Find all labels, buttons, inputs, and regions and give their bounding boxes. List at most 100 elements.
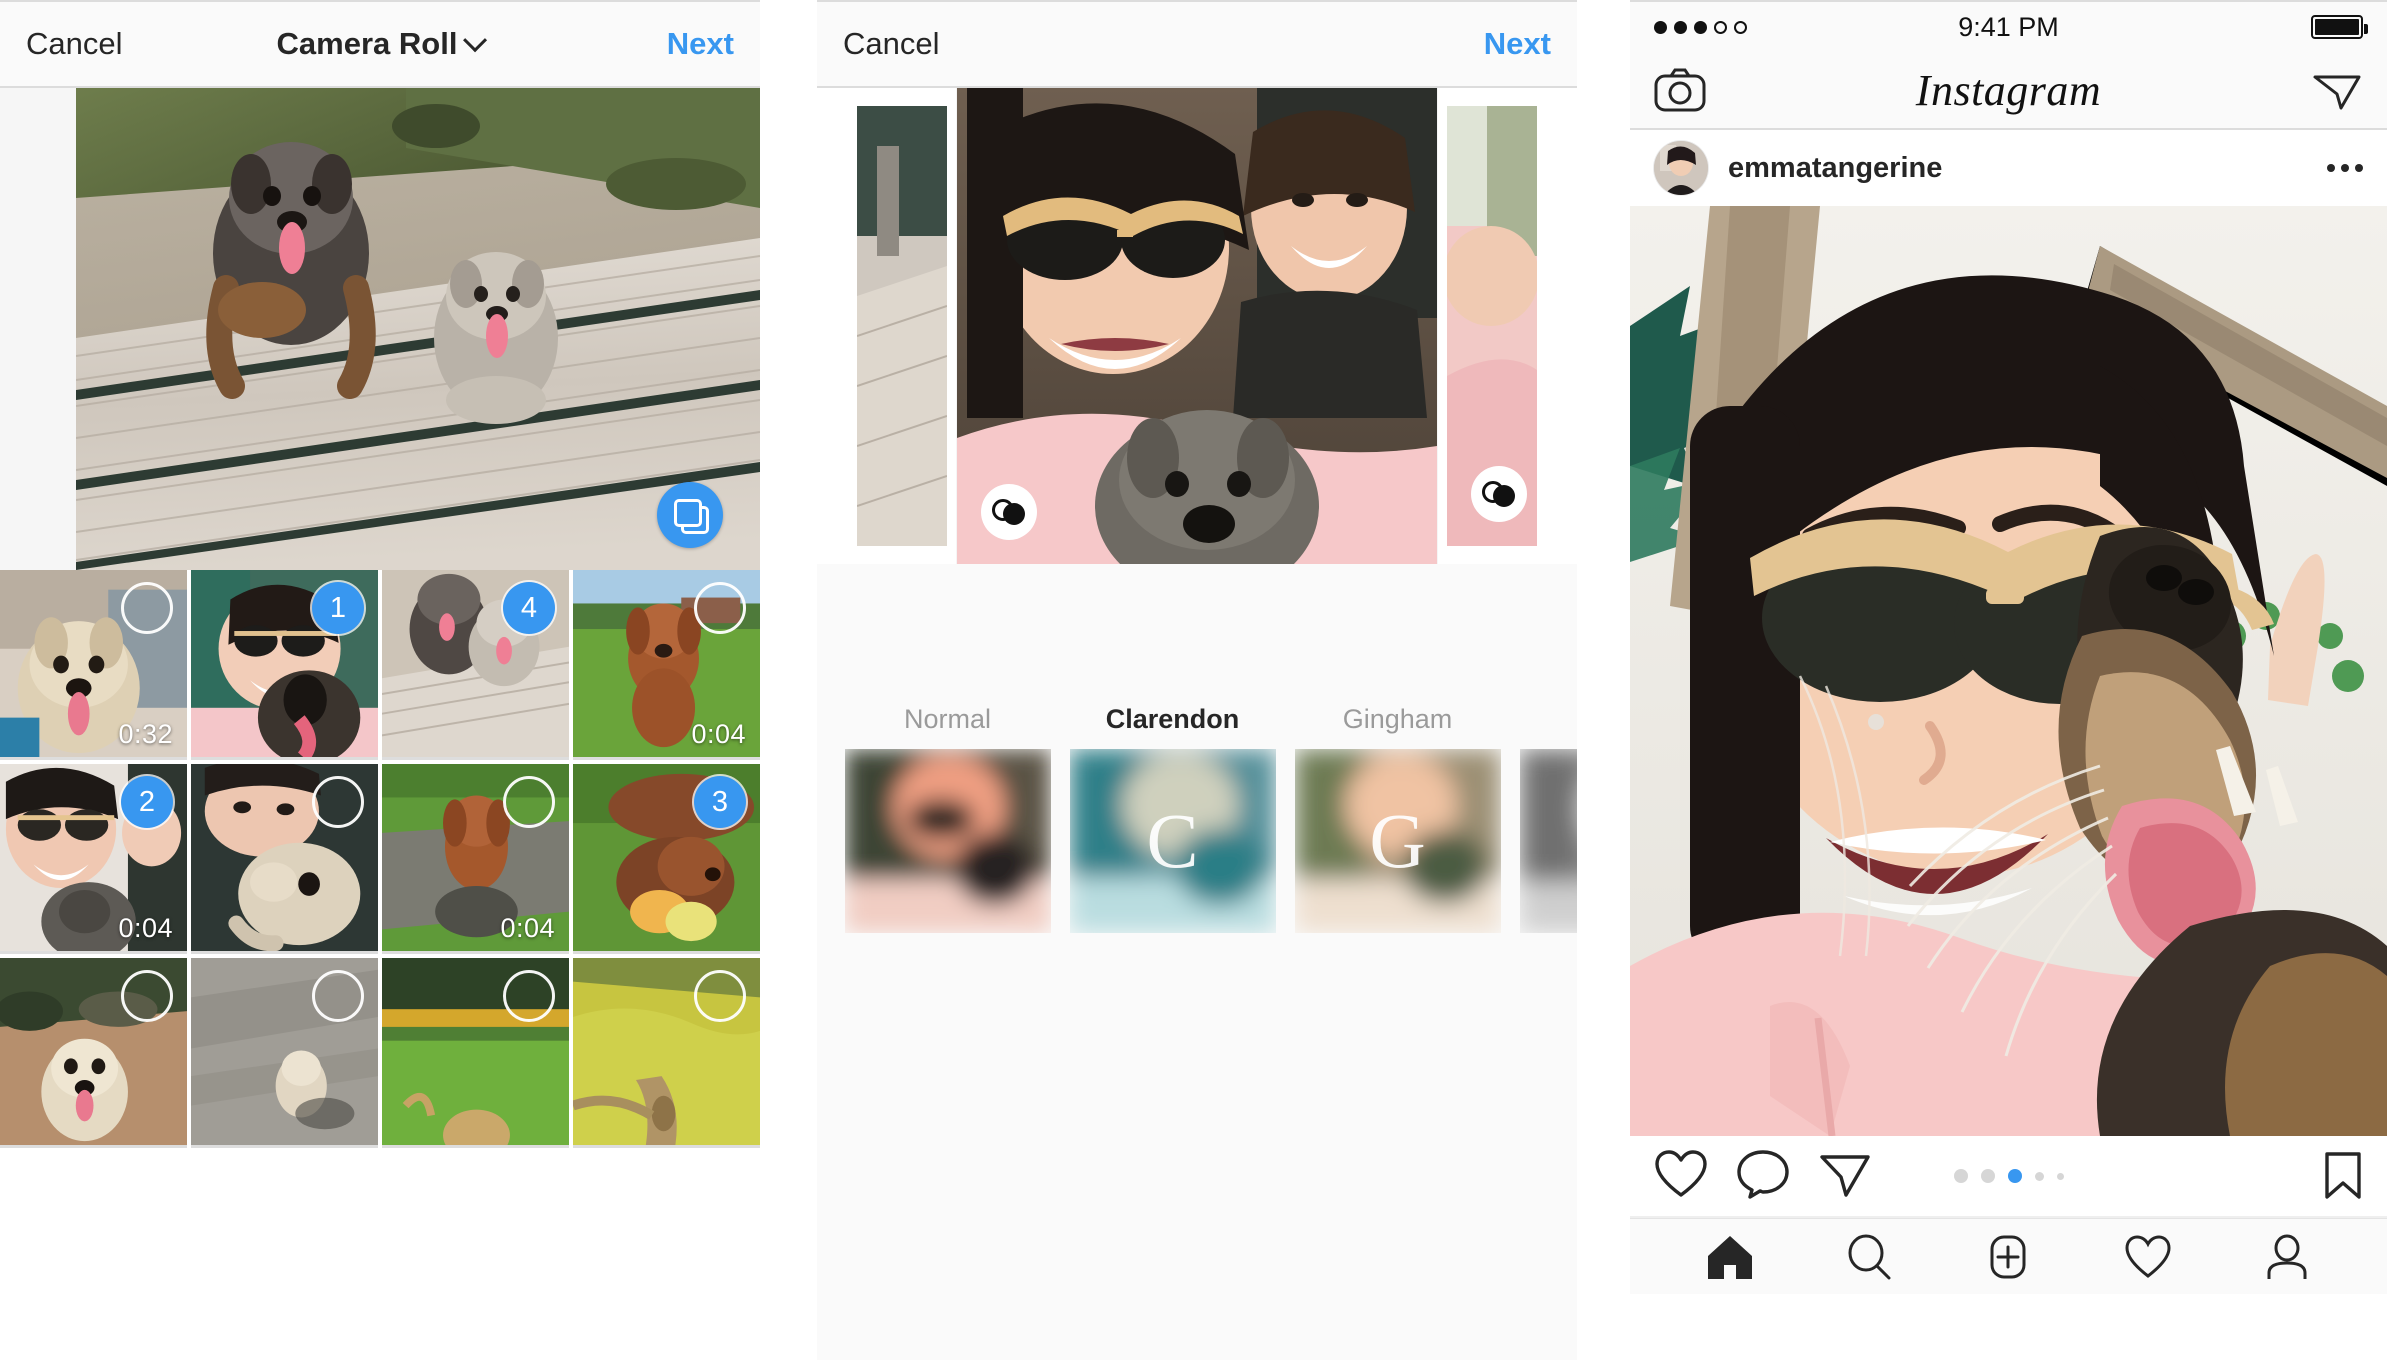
filter-name-row: Normal Clarendon Gingham M bbox=[817, 704, 1577, 735]
direct-message-icon bbox=[2313, 75, 2361, 110]
photo-preview[interactable] bbox=[0, 88, 760, 570]
select-badge[interactable]: 2 bbox=[121, 776, 173, 828]
tab-profile[interactable] bbox=[2261, 1231, 2313, 1283]
thumbnail-item[interactable]: 1 bbox=[191, 570, 378, 760]
tab-add-post[interactable] bbox=[1982, 1231, 2034, 1283]
filter-name-normal[interactable]: Normal bbox=[835, 704, 1060, 735]
carousel-slide-current[interactable] bbox=[957, 88, 1437, 564]
panel-gap bbox=[760, 0, 817, 1360]
cancel-button[interactable]: Cancel bbox=[843, 26, 940, 62]
carousel-indicator bbox=[1953, 1169, 2064, 1183]
save-button[interactable] bbox=[2323, 1151, 2363, 1201]
avatar[interactable] bbox=[1654, 141, 1708, 195]
home-icon bbox=[1707, 1235, 1752, 1279]
comment-icon bbox=[1737, 1150, 1789, 1199]
heart-icon bbox=[2125, 1234, 2171, 1278]
tab-home[interactable] bbox=[1704, 1231, 1756, 1283]
filter-name-moon[interactable]: M bbox=[1510, 704, 1577, 735]
select-badge[interactable]: 4 bbox=[503, 582, 555, 634]
left-navbar: Cancel Camera Roll Next bbox=[0, 0, 760, 88]
filter-thumb-moon[interactable]: M bbox=[1510, 749, 1577, 933]
tab-bar bbox=[1630, 1218, 2387, 1294]
select-circle[interactable] bbox=[121, 582, 173, 634]
cancel-button[interactable]: Cancel bbox=[26, 26, 123, 62]
post-header: emmatangerine bbox=[1630, 130, 2387, 206]
select-circle[interactable] bbox=[312, 776, 364, 828]
carousel-slide-previous[interactable] bbox=[857, 106, 947, 546]
thumbnail-item[interactable]: 3 bbox=[573, 764, 760, 954]
filter-name-gingham[interactable]: Gingham bbox=[1285, 704, 1510, 735]
adjust-filter-button[interactable] bbox=[1471, 466, 1527, 522]
panel-instagram-feed: 9:41 PM Instagram emmatangerine bbox=[1630, 0, 2387, 1360]
profile-icon bbox=[2267, 1234, 2307, 1279]
clock: 9:41 PM bbox=[1958, 11, 2059, 42]
share-button[interactable] bbox=[1818, 1149, 1872, 1203]
filter-name-clarendon[interactable]: Clarendon bbox=[1060, 704, 1285, 735]
bookmark-icon bbox=[2325, 1152, 2361, 1199]
mid-navbar: Cancel Next bbox=[817, 0, 1577, 88]
thumbnail-item[interactable] bbox=[0, 958, 187, 1148]
like-button[interactable] bbox=[1654, 1149, 1708, 1203]
more-options-icon[interactable] bbox=[2327, 164, 2363, 172]
filter-thumb-clarendon[interactable]: C bbox=[1060, 749, 1285, 933]
video-duration: 0:32 bbox=[118, 719, 173, 749]
select-badge[interactable]: 3 bbox=[694, 776, 746, 828]
comment-button[interactable] bbox=[1736, 1149, 1790, 1203]
heart-icon bbox=[1655, 1150, 1707, 1197]
direct-message-button[interactable] bbox=[2311, 68, 2363, 112]
thumbnail-item[interactable] bbox=[573, 958, 760, 1148]
tab-search[interactable] bbox=[1843, 1231, 1895, 1283]
video-duration: 0:04 bbox=[691, 719, 746, 749]
album-selector[interactable]: Camera Roll bbox=[276, 26, 487, 62]
filter-letter: M bbox=[1520, 749, 1578, 933]
next-button[interactable]: Next bbox=[667, 26, 734, 62]
battery-full-icon bbox=[2311, 15, 2368, 39]
adjust-filter-button[interactable] bbox=[981, 484, 1037, 540]
select-circle[interactable] bbox=[312, 970, 364, 1022]
select-circle[interactable] bbox=[694, 970, 746, 1022]
filter-thumb-normal[interactable] bbox=[835, 749, 1060, 933]
select-badge[interactable]: 1 bbox=[312, 582, 364, 634]
next-button[interactable]: Next bbox=[1484, 26, 1551, 62]
thumbnail-item[interactable]: 2 0:04 bbox=[0, 764, 187, 954]
carousel-dot bbox=[2034, 1171, 2044, 1181]
select-circle[interactable] bbox=[503, 776, 555, 828]
adjust-filter-icon bbox=[1482, 481, 1516, 507]
multi-select-button[interactable] bbox=[657, 482, 723, 548]
carousel-dot-active bbox=[2007, 1169, 2022, 1183]
post-image[interactable] bbox=[1630, 206, 2387, 1136]
select-circle[interactable] bbox=[694, 582, 746, 634]
select-circle[interactable] bbox=[503, 970, 555, 1022]
camera-button[interactable] bbox=[1654, 68, 1706, 112]
camera-roll-grid: 0:32 1 4 0:04 2 0:04 0:04 3 bbox=[0, 570, 760, 1148]
filter-thumb-gingham[interactable]: G bbox=[1285, 749, 1510, 933]
filter-thumb-row: C G bbox=[817, 749, 1577, 933]
thumbnail-item[interactable] bbox=[382, 958, 569, 1148]
album-title: Camera Roll bbox=[276, 26, 458, 61]
filter-letter: C bbox=[1146, 797, 1199, 884]
three-phone-screenshots: Cancel Camera Roll Next 0:32 1 4 0:04 2 … bbox=[0, 0, 2387, 1360]
carousel-slide-next[interactable] bbox=[1447, 106, 1537, 546]
tab-activity[interactable] bbox=[2122, 1231, 2174, 1283]
signal-strength-icon bbox=[1654, 20, 1747, 34]
post-actions bbox=[1630, 1136, 2387, 1218]
instagram-logo: Instagram bbox=[1915, 65, 2102, 115]
username[interactable]: emmatangerine bbox=[1728, 152, 1942, 185]
instagram-header: Instagram bbox=[1630, 52, 2387, 130]
filter-strip[interactable]: Normal Clarendon Gingham M bbox=[817, 694, 1577, 933]
add-post-icon bbox=[1990, 1235, 2026, 1278]
carousel-dot bbox=[1953, 1169, 1968, 1183]
adjust-filter-icon bbox=[992, 499, 1026, 525]
thumbnail-item[interactable]: 0:04 bbox=[573, 570, 760, 760]
thumbnail-item[interactable] bbox=[191, 764, 378, 954]
multi-select-icon bbox=[674, 499, 709, 534]
thumbnail-item[interactable]: 0:32 bbox=[0, 570, 187, 760]
photo-carousel[interactable] bbox=[817, 88, 1577, 564]
thumbnail-item[interactable] bbox=[191, 958, 378, 1148]
status-bar: 9:41 PM bbox=[1630, 0, 2387, 52]
share-icon bbox=[1820, 1155, 1870, 1197]
select-circle[interactable] bbox=[121, 970, 173, 1022]
video-duration: 0:04 bbox=[118, 913, 173, 943]
thumbnail-item[interactable]: 0:04 bbox=[382, 764, 569, 954]
thumbnail-item[interactable]: 4 bbox=[382, 570, 569, 760]
